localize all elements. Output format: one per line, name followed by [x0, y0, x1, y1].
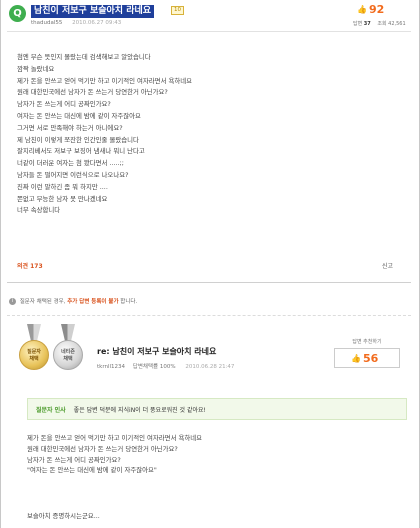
dotted-divider — [7, 315, 411, 316]
question-body-line: 제 남친이 이렇게 쪼잔한 인간인줄 몰랐습니다 — [17, 135, 139, 144]
notice-line: i 질문자 채택된 경우, 추가 답변 등록이 불가 합니다. — [9, 297, 137, 305]
answer-accept-rate: 답변채택률 100% — [132, 364, 176, 370]
question-date: 2010.06.27 09:43 — [72, 20, 122, 26]
thumbs-up-icon: 👍 — [351, 354, 361, 363]
answer-medals: 질문자 채택 네티즌 채택 — [19, 324, 89, 374]
question-badge-icon: Q — [9, 5, 26, 22]
notice-text-after: 합니다. — [120, 299, 138, 305]
recommend-button[interactable]: 👍 56 — [334, 348, 400, 368]
answer-recommend: 답변 추천하기 👍 56 — [329, 338, 405, 372]
question-title: 남친이 저보구 보슬아치 라네요 — [31, 5, 155, 18]
section-divider — [7, 282, 411, 283]
question-body-line: 깜짝 놀랐네요 — [17, 64, 55, 73]
answer-tail: 보슬아치 증명하시는군요... — [27, 512, 100, 520]
level-badge: 10 — [171, 6, 184, 15]
answer-date: 2010.06.28 21:47 — [185, 364, 235, 370]
question-body-line: 제가 돈을 안쓰고 얻어 먹기만 하고 이기적인 여자라면서 욕하네요 — [17, 76, 192, 85]
question-body-line: 여자는 돈 안쓰는 대신에 밤에 같이 자주잖아요 — [17, 111, 141, 120]
answer-meta: tkrnll1234 답변채택률 100% 2010.06.28 21:47 — [97, 362, 234, 370]
answer-title: re: 남친이 저보구 보슬아치 라네요 — [97, 347, 217, 356]
notice-link[interactable]: 추가 답변 등록이 불가 — [67, 299, 118, 305]
views-count: 42,561 — [388, 21, 406, 27]
thanks-label: 질문자 인사 — [36, 407, 66, 414]
question-header: Q 남친이 저보구 보슬아치 라네요 10 thadudal55 2010.06… — [7, 2, 411, 32]
views-label: 조회 — [377, 21, 387, 27]
questioner-thanks-box: 질문자 인사 좋은 답변 덕분에 지식iN이 더 풍요로워진 것 같아요! — [27, 398, 407, 420]
question-body-line: 남자들 돈 떨어지면 이런식으로 나오나요? — [17, 170, 129, 179]
report-button[interactable]: 신고 — [382, 261, 393, 270]
answer-body-line: 남자가 돈 쓰는게 어디 공짜인가요? — [27, 455, 121, 464]
question-body: 첨엔 무슨 뜻인지 몰랐는데 검색해보고 알았습니다 깜짝 놀랐네요 제가 돈을… — [17, 52, 397, 217]
question-body-line: 그거면 서로 만족해야 하는거 아니에요? — [17, 123, 123, 132]
question-counts: 답변 37 조회 42,561 — [353, 20, 406, 27]
thanks-text: 좋은 답변 덕분에 지식iN이 더 풍요로워진 것 같아요! — [73, 407, 206, 414]
answer-body: 제가 돈을 안쓰고 얻어 먹기만 하고 이기적인 여자라면서 욕하네요 원래 대… — [27, 433, 407, 476]
question-body-line: 너같이 더러운 여자는 첨 봤다면서 .....;; — [17, 159, 124, 168]
answer-body-line: "여자는 돈 안쓰는 대신에 밤에 같이 자주잖아요" — [27, 466, 157, 475]
answers-count: 37 — [363, 21, 371, 27]
answer-body-line: 제가 돈을 안쓰고 얻어 먹기만 하고 이기적인 여자라면서 욕하네요 — [27, 434, 202, 442]
notice-text-before: 질문자 채택된 경우, — [19, 299, 66, 305]
thumbs-up-icon: 👍 — [357, 5, 367, 14]
question-stats: 👍 92 답변 37 조회 42,561 — [353, 2, 409, 30]
netizen-pick-medal-icon: 네티즌 채택 — [53, 340, 83, 370]
questioner-pick-medal-icon: 질문자 채택 — [19, 340, 49, 370]
answer-body-line: 원래 대한민국에선 남자가 돈 쓰는거 당연한거 아닌가요? — [27, 444, 178, 453]
recommend-count: 56 — [363, 352, 379, 365]
question-meta: thadudal55 2010.06.27 09:43 — [31, 20, 121, 26]
question-body-line: 남자가 돈 쓰는게 어디 공짜인가요? — [17, 100, 111, 109]
question-body-line: 원래 대한민국에선 남자가 돈 쓰는거 당연한거 아닌가요? — [17, 88, 168, 97]
recommend-label: 답변 추천하기 — [352, 339, 382, 345]
question-score: 92 — [369, 3, 385, 16]
question-author[interactable]: thadudal55 — [31, 20, 62, 26]
question-footer: 의견 173 신고 — [17, 261, 407, 273]
question-body-line: 진짜 이런 말하긴 좀 뭐 하지만 .... — [17, 182, 108, 191]
question-body-line: 쫀없고 무능한 남자 못 만나겠네요 — [17, 194, 108, 203]
question-body-line: 첨엔 무슨 뜻인지 몰랐는데 검색해보고 알았습니다 — [17, 53, 151, 61]
qna-page: Q 남친이 저보구 보슬아치 라네요 10 thadudal55 2010.06… — [0, 0, 420, 528]
answers-label: 답변 — [353, 21, 363, 27]
info-icon: i — [9, 298, 16, 305]
answer-author[interactable]: tkrnll1234 — [97, 364, 125, 370]
question-body-line: 잘지리베서도 저보구 보징어 냄새나 뭐니 난다고 — [17, 147, 145, 156]
question-body-line: 너무 속상합니다 — [17, 206, 61, 215]
opinion-link[interactable]: 의견 173 — [17, 261, 43, 270]
